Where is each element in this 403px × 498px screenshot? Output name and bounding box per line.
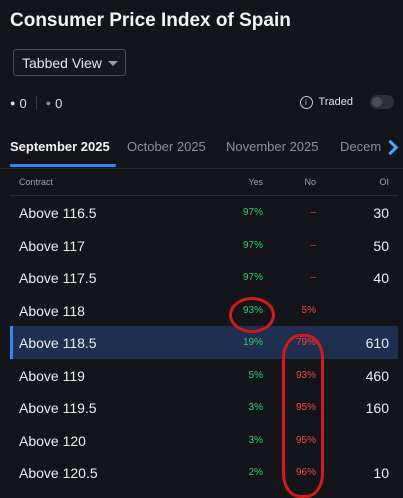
yes-price[interactable]: 3% [249,402,263,413]
header-contract: Contract [19,177,54,187]
table-row[interactable]: Above 116.5 97% – 30 [10,196,398,229]
table-row[interactable]: Above 120 3% 95% [10,424,398,457]
open-interest: 160 [365,400,389,416]
open-interest: 50 [373,237,389,254]
tab-october-2025[interactable]: October 2025 [127,139,206,154]
header-yes: Yes [248,177,263,187]
no-price[interactable]: 95% [296,402,316,413]
toggle-knob [372,97,382,107]
chevron-right-icon [382,139,398,155]
header-no: No [304,177,316,187]
contract-name: Above 117 [19,237,85,254]
info-icon[interactable]: i [299,95,313,109]
chevron-down-icon [108,61,118,66]
table-header: Contract Yes No OI [10,168,398,196]
contracts-table: Contract Yes No OI Above 116.5 97% – 30 … [10,168,398,489]
contract-name: Above 119 [19,367,85,384]
position-counts: ● 0 ● 0 [10,94,62,112]
yes-price[interactable]: 5% [249,370,263,381]
open-interest: 40 [373,270,389,286]
traded-filter: i Traded [299,92,394,112]
yes-price[interactable]: 19% [243,337,263,348]
traded-label: Traded [318,96,353,108]
open-interest: 610 [365,335,389,351]
table-row[interactable]: Above 119.5 3% 95% 160 [10,391,398,424]
open-interest: 30 [373,205,389,221]
no-price[interactable]: – [310,207,316,218]
tabs-scroll-right-button[interactable] [381,130,403,164]
tab-november-2025[interactable]: November 2025 [226,139,319,154]
contract-name: Above 120.5 [19,465,98,481]
no-price[interactable]: 93% [296,370,316,381]
active-tab-indicator [10,164,116,167]
page-title: Consumer Price Index of Spain [10,10,291,31]
no-price[interactable]: 96% [296,467,316,478]
dot-icon: ● [10,98,16,108]
no-price[interactable]: – [310,272,316,283]
contract-name: Above 117.5 [19,270,97,286]
count-second: 0 [55,95,63,111]
contract-name: Above 118.5 [19,335,97,351]
yes-price[interactable]: 3% [249,435,263,446]
tab-september-2025[interactable]: September 2025 [10,139,110,154]
yes-price[interactable]: 97% [243,272,263,283]
yes-price[interactable]: 93% [243,305,263,316]
table-row[interactable]: Above 117 97% – 50 [10,229,398,262]
header-oi: OI [379,177,389,187]
table-row[interactable]: Above 118 93% 5% [10,294,398,327]
table-row-selected[interactable]: Above 118.5 19% 79% 610 [10,326,398,359]
no-price[interactable]: 95% [296,435,316,446]
open-interest: 460 [365,367,389,384]
no-price[interactable]: 5% [302,305,316,316]
table-row[interactable]: Above 117.5 97% – 40 [10,261,398,294]
contract-name: Above 119.5 [19,400,97,416]
yes-price[interactable]: 97% [243,240,263,251]
divider [35,96,37,110]
yes-price[interactable]: 97% [243,207,263,218]
contract-name: Above 120 [19,432,86,449]
month-tabs: September 2025 October 2025 November 202… [0,130,403,169]
traded-toggle[interactable] [370,95,394,109]
table-row[interactable]: Above 119 5% 93% 460 [10,359,398,392]
contract-name: Above 118 [19,302,85,319]
view-mode-dropdown[interactable]: Tabbed View [13,49,126,76]
contract-name: Above 116.5 [19,205,97,221]
view-mode-value: Tabbed View [22,54,102,71]
table-row[interactable]: Above 120.5 2% 96% 10 [10,456,398,489]
dot-icon: ● [45,98,52,108]
count-first: 0 [19,95,27,111]
no-price[interactable]: 79% [296,337,316,348]
yes-price[interactable]: 2% [249,467,263,478]
no-price[interactable]: – [310,240,316,251]
open-interest: 10 [373,465,389,481]
tab-december-2025[interactable]: Decem [340,139,381,154]
